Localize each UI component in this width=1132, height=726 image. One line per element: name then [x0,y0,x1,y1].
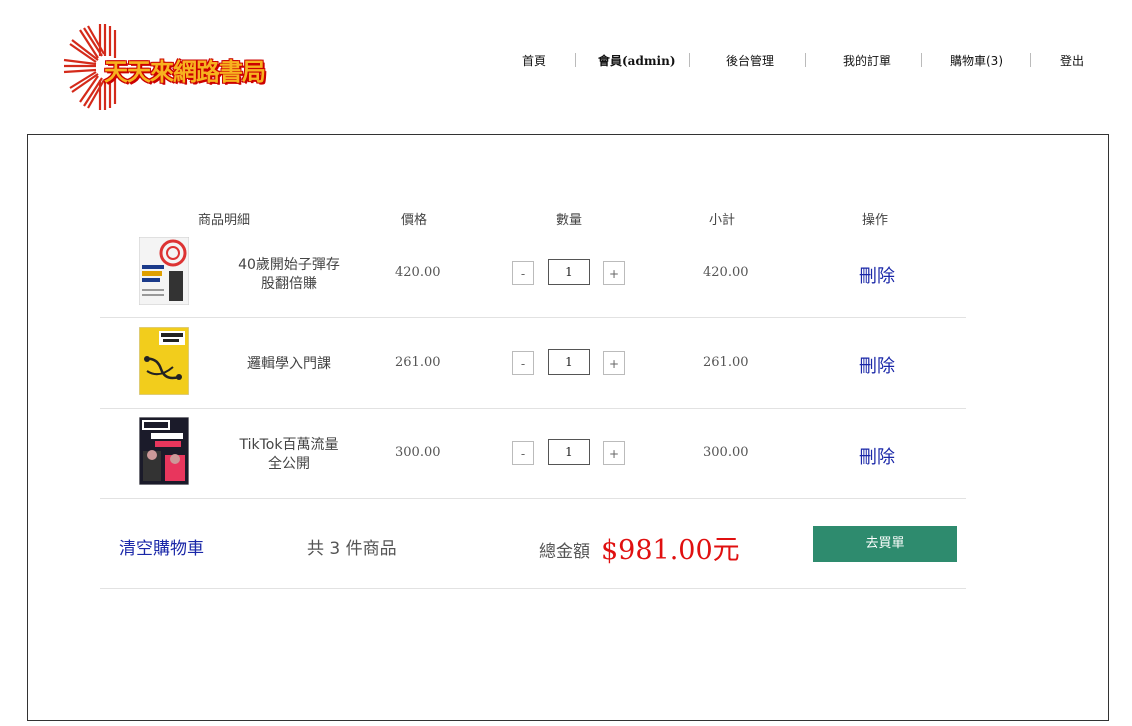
book-title[interactable]: 40歲開始子彈存 股翻倍賺 [234,256,344,294]
qty-input[interactable]: 1 [548,259,590,285]
nav-divider [575,53,576,67]
clear-cart-button[interactable]: 清空購物車 [119,534,204,559]
checkout-button[interactable]: 去買單 [813,526,957,562]
book-title-line: 40歲開始子彈存 [238,257,340,273]
item-subtotal: 300.00 [703,445,749,460]
nav-member[interactable]: 會員(admin) [598,52,676,69]
nav-divider [689,53,690,67]
book-title[interactable]: TikTok百萬流量 全公開 [234,436,344,474]
book-title-line: TikTok百萬流量 [239,437,339,453]
qty-increase-button[interactable]: + [603,261,625,285]
row-divider [100,317,966,318]
logo-text: 天天來網路書局 [104,58,266,86]
nav-home[interactable]: 首頁 [522,52,546,69]
item-subtotal: 261.00 [703,355,749,370]
total-amount: $981.00元 [601,535,740,566]
qty-increase-button[interactable]: + [603,351,625,375]
header-item: 商品明細 [198,213,251,228]
header-action: 操作 [862,213,889,228]
row-divider [100,588,966,589]
book-title-line: 全公開 [268,456,310,472]
row-divider [100,498,966,499]
nav-divider [805,53,806,67]
nav-cart[interactable]: 購物車(3) [950,52,1003,69]
nav-logout[interactable]: 登出 [1060,52,1084,69]
book-title-line: 邏輯學入門課 [247,356,331,372]
delete-item-button[interactable]: 刪除 [859,262,895,288]
item-subtotal: 420.00 [703,265,749,280]
item-price: 261.00 [395,355,441,370]
header-subtotal: 小計 [709,213,736,228]
delete-item-button[interactable]: 刪除 [859,443,895,469]
nav-divider [1030,53,1031,67]
total-label: 總金額 [539,542,590,562]
book-cover-image[interactable] [138,326,190,396]
item-price: 420.00 [395,265,441,280]
item-count: 共 3 件商品 [307,539,397,559]
delete-item-button[interactable]: 刪除 [859,352,895,378]
qty-input[interactable]: 1 [548,439,590,465]
qty-input[interactable]: 1 [548,349,590,375]
qty-increase-button[interactable]: + [603,441,625,465]
row-divider [100,408,966,409]
nav-divider [921,53,922,67]
book-cover-image[interactable] [138,236,190,306]
qty-decrease-button[interactable]: - [512,441,534,465]
item-price: 300.00 [395,445,441,460]
book-title[interactable]: 邏輯學入門課 [234,355,344,374]
header-price: 價格 [401,213,428,228]
nav-admin[interactable]: 後台管理 [726,52,774,69]
book-cover-image[interactable] [138,416,190,486]
book-title-line: 股翻倍賺 [261,276,317,292]
nav-my-orders[interactable]: 我的訂單 [843,52,891,69]
header-qty: 數量 [556,213,583,228]
qty-decrease-button[interactable]: - [512,261,534,285]
qty-decrease-button[interactable]: - [512,351,534,375]
site-logo[interactable]: 天天來網路書局 [62,20,266,114]
